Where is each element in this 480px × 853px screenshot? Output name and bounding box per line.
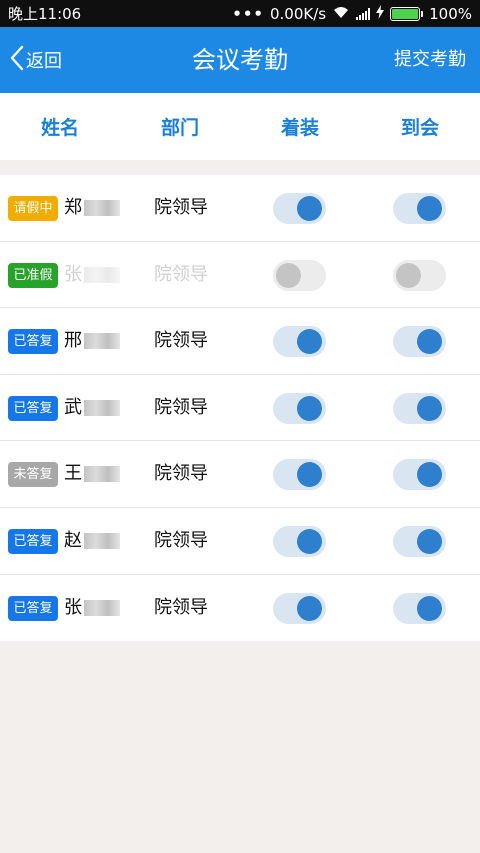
status-badge: 已答复	[8, 595, 58, 621]
attendance-toggle[interactable]	[393, 459, 446, 491]
member-department: 院领导	[154, 197, 208, 218]
name-redaction	[84, 266, 120, 283]
list-item: 已答复 武 院领导	[0, 375, 480, 442]
dress-toggle[interactable]	[273, 193, 326, 224]
status-badge: 已答复	[8, 329, 58, 355]
column-name: 姓名	[40, 117, 79, 139]
dress-toggle[interactable]	[273, 326, 326, 358]
member-name: 王	[64, 463, 82, 485]
dots-icon: •••	[232, 4, 264, 23]
attendance-toggle[interactable]	[393, 392, 446, 424]
list-item: 已答复 邢 院领导	[0, 308, 480, 375]
chevron-left-icon	[10, 45, 26, 76]
member-department: 院领导	[154, 330, 208, 352]
dress-toggle[interactable]	[273, 392, 326, 424]
battery-percent: 100%	[429, 4, 472, 23]
member-department: 院领导	[154, 463, 208, 485]
status-badge: 请假中	[8, 196, 58, 221]
name-redaction	[84, 333, 120, 350]
name-redaction	[84, 599, 120, 616]
member-department: 院领导	[154, 396, 208, 418]
member-name: 张	[64, 263, 82, 285]
status-badge: 已答复	[8, 395, 58, 421]
member-name: 邢	[64, 330, 82, 352]
member-department: 院领导	[154, 263, 208, 285]
dress-toggle[interactable]	[273, 592, 326, 624]
list-item: 未答复 王 院领导	[0, 441, 480, 508]
attendance-toggle[interactable]	[393, 326, 446, 358]
member-name: 赵	[64, 529, 82, 551]
status-badge: 已答复	[8, 528, 58, 554]
column-header: 姓名 部门 着装 到会	[0, 93, 480, 160]
member-name: 武	[64, 396, 82, 418]
list-item: 已答复 赵 院领导	[0, 508, 480, 575]
list-item: 已准假 张 院领导	[0, 242, 480, 309]
member-department: 院领导	[154, 529, 208, 551]
dress-toggle[interactable]	[273, 259, 326, 291]
back-button[interactable]: 返回	[10, 27, 62, 93]
back-label: 返回	[26, 51, 62, 72]
member-name: 郑	[64, 197, 82, 218]
name-redaction	[84, 532, 120, 549]
status-time: 晚上11:06	[8, 5, 82, 23]
dress-toggle[interactable]	[273, 459, 326, 491]
status-badge: 已准假	[8, 262, 58, 288]
attendance-toggle[interactable]	[393, 525, 446, 557]
attendance-toggle[interactable]	[393, 592, 446, 624]
network-speed: 0.00K/s	[270, 4, 327, 23]
status-right-group: ••• 0.00K/s 100%	[232, 4, 472, 23]
status-badge: 未答复	[8, 462, 58, 488]
dress-toggle[interactable]	[273, 525, 326, 557]
column-department: 部门	[160, 117, 199, 139]
wifi-icon	[332, 5, 350, 23]
column-attendance: 到会	[400, 117, 439, 139]
nav-bar: 返回 会议考勤 提交考勤	[0, 27, 480, 93]
attendance-toggle[interactable]	[393, 259, 446, 291]
submit-attendance-button[interactable]: 提交考勤	[394, 27, 466, 93]
name-redaction	[84, 200, 120, 216]
battery-icon	[390, 6, 424, 21]
attendance-list: 请假中 郑 院领导 已准假 张 院领导 已答复 邢 院领导 已答复 武 院领导 …	[0, 175, 480, 642]
signal-icon	[356, 7, 371, 20]
charging-icon	[376, 4, 385, 23]
member-name: 张	[64, 596, 82, 618]
name-redaction	[84, 466, 120, 483]
list-item: 请假中 郑 院领导	[0, 175, 480, 242]
column-dress: 着装	[280, 117, 319, 139]
list-item: 已答复 张 院领导	[0, 575, 480, 642]
status-bar: 晚上11:06 ••• 0.00K/s 100%	[0, 0, 480, 27]
member-department: 院领导	[154, 596, 208, 618]
name-redaction	[84, 399, 120, 416]
attendance-toggle[interactable]	[393, 193, 446, 224]
